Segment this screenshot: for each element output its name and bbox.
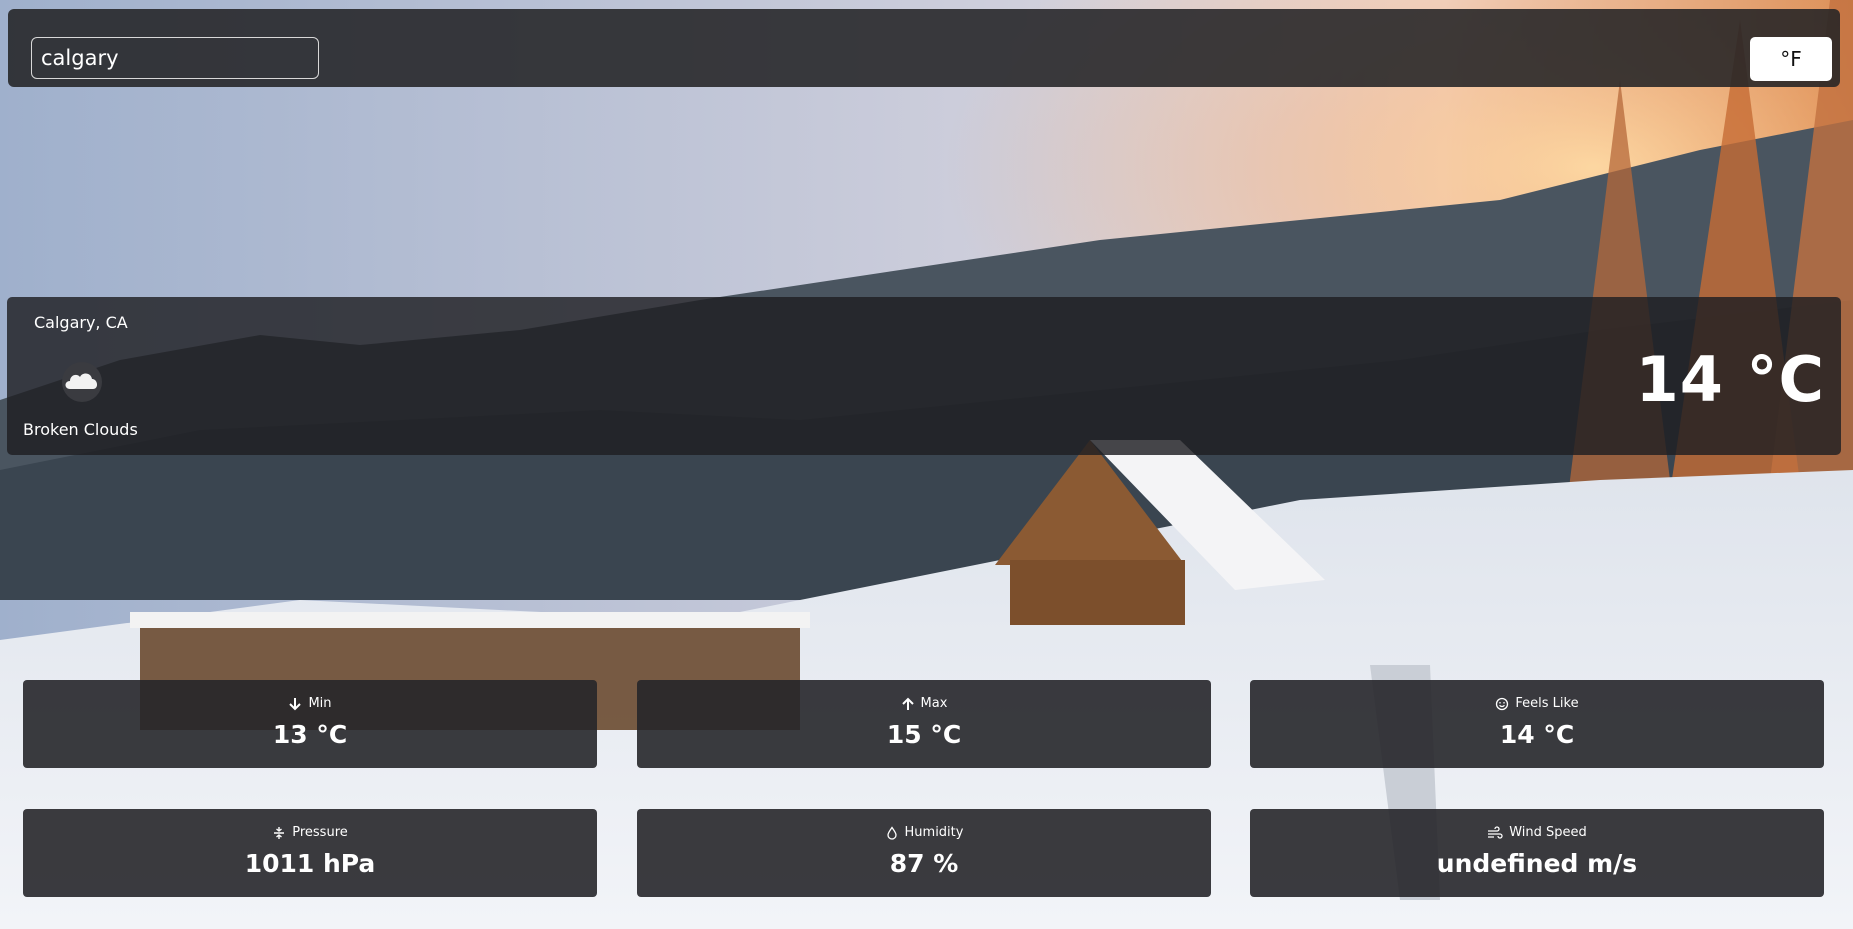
pressure-icon [274, 826, 285, 839]
feels-like-card: Feels Like 14 °C [1250, 680, 1824, 768]
current-temperature: 14 °C [1635, 343, 1825, 416]
city-search-input[interactable] [31, 37, 319, 79]
current-conditions-panel: Calgary, CA Broken Clouds 14 °C [7, 297, 1841, 455]
stat-label: Wind Speed [1509, 825, 1587, 840]
cloud-icon [62, 362, 102, 402]
weather-app: °F Calgary, CA Broken Clouds 14 °C Min 1… [0, 0, 1853, 929]
stat-label: Pressure [292, 825, 348, 840]
stat-value: 15 °C [886, 720, 962, 749]
stat-label: Min [308, 696, 332, 711]
stat-value: 87 % [889, 849, 959, 878]
droplet-icon [886, 825, 897, 840]
pressure-card: Pressure 1011 hPa [23, 809, 597, 897]
stat-label: Max [920, 696, 948, 711]
location-label: Calgary, CA [34, 313, 128, 332]
top-bar: °F [8, 9, 1840, 87]
unit-toggle-button[interactable]: °F [1750, 37, 1832, 81]
min-temp-card: Min 13 °C [23, 680, 597, 768]
stat-label: Feels Like [1515, 696, 1579, 711]
wind-speed-card: Wind Speed undefined m/s [1250, 809, 1824, 897]
background-landscape-image [0, 0, 1853, 929]
stat-value: 1011 hPa [244, 849, 376, 878]
arrow-down-icon [289, 697, 302, 710]
max-temp-card: Max 15 °C [637, 680, 1211, 768]
stat-value: 14 °C [1499, 720, 1575, 749]
stat-value: undefined m/s [1436, 849, 1638, 878]
condition-label: Broken Clouds [23, 420, 138, 439]
smiley-icon [1496, 697, 1509, 710]
arrow-up-icon [901, 697, 914, 710]
wind-icon [1488, 825, 1503, 839]
stat-label: Humidity [904, 825, 964, 840]
stat-value: 13 °C [272, 720, 348, 749]
humidity-card: Humidity 87 % [637, 809, 1211, 897]
